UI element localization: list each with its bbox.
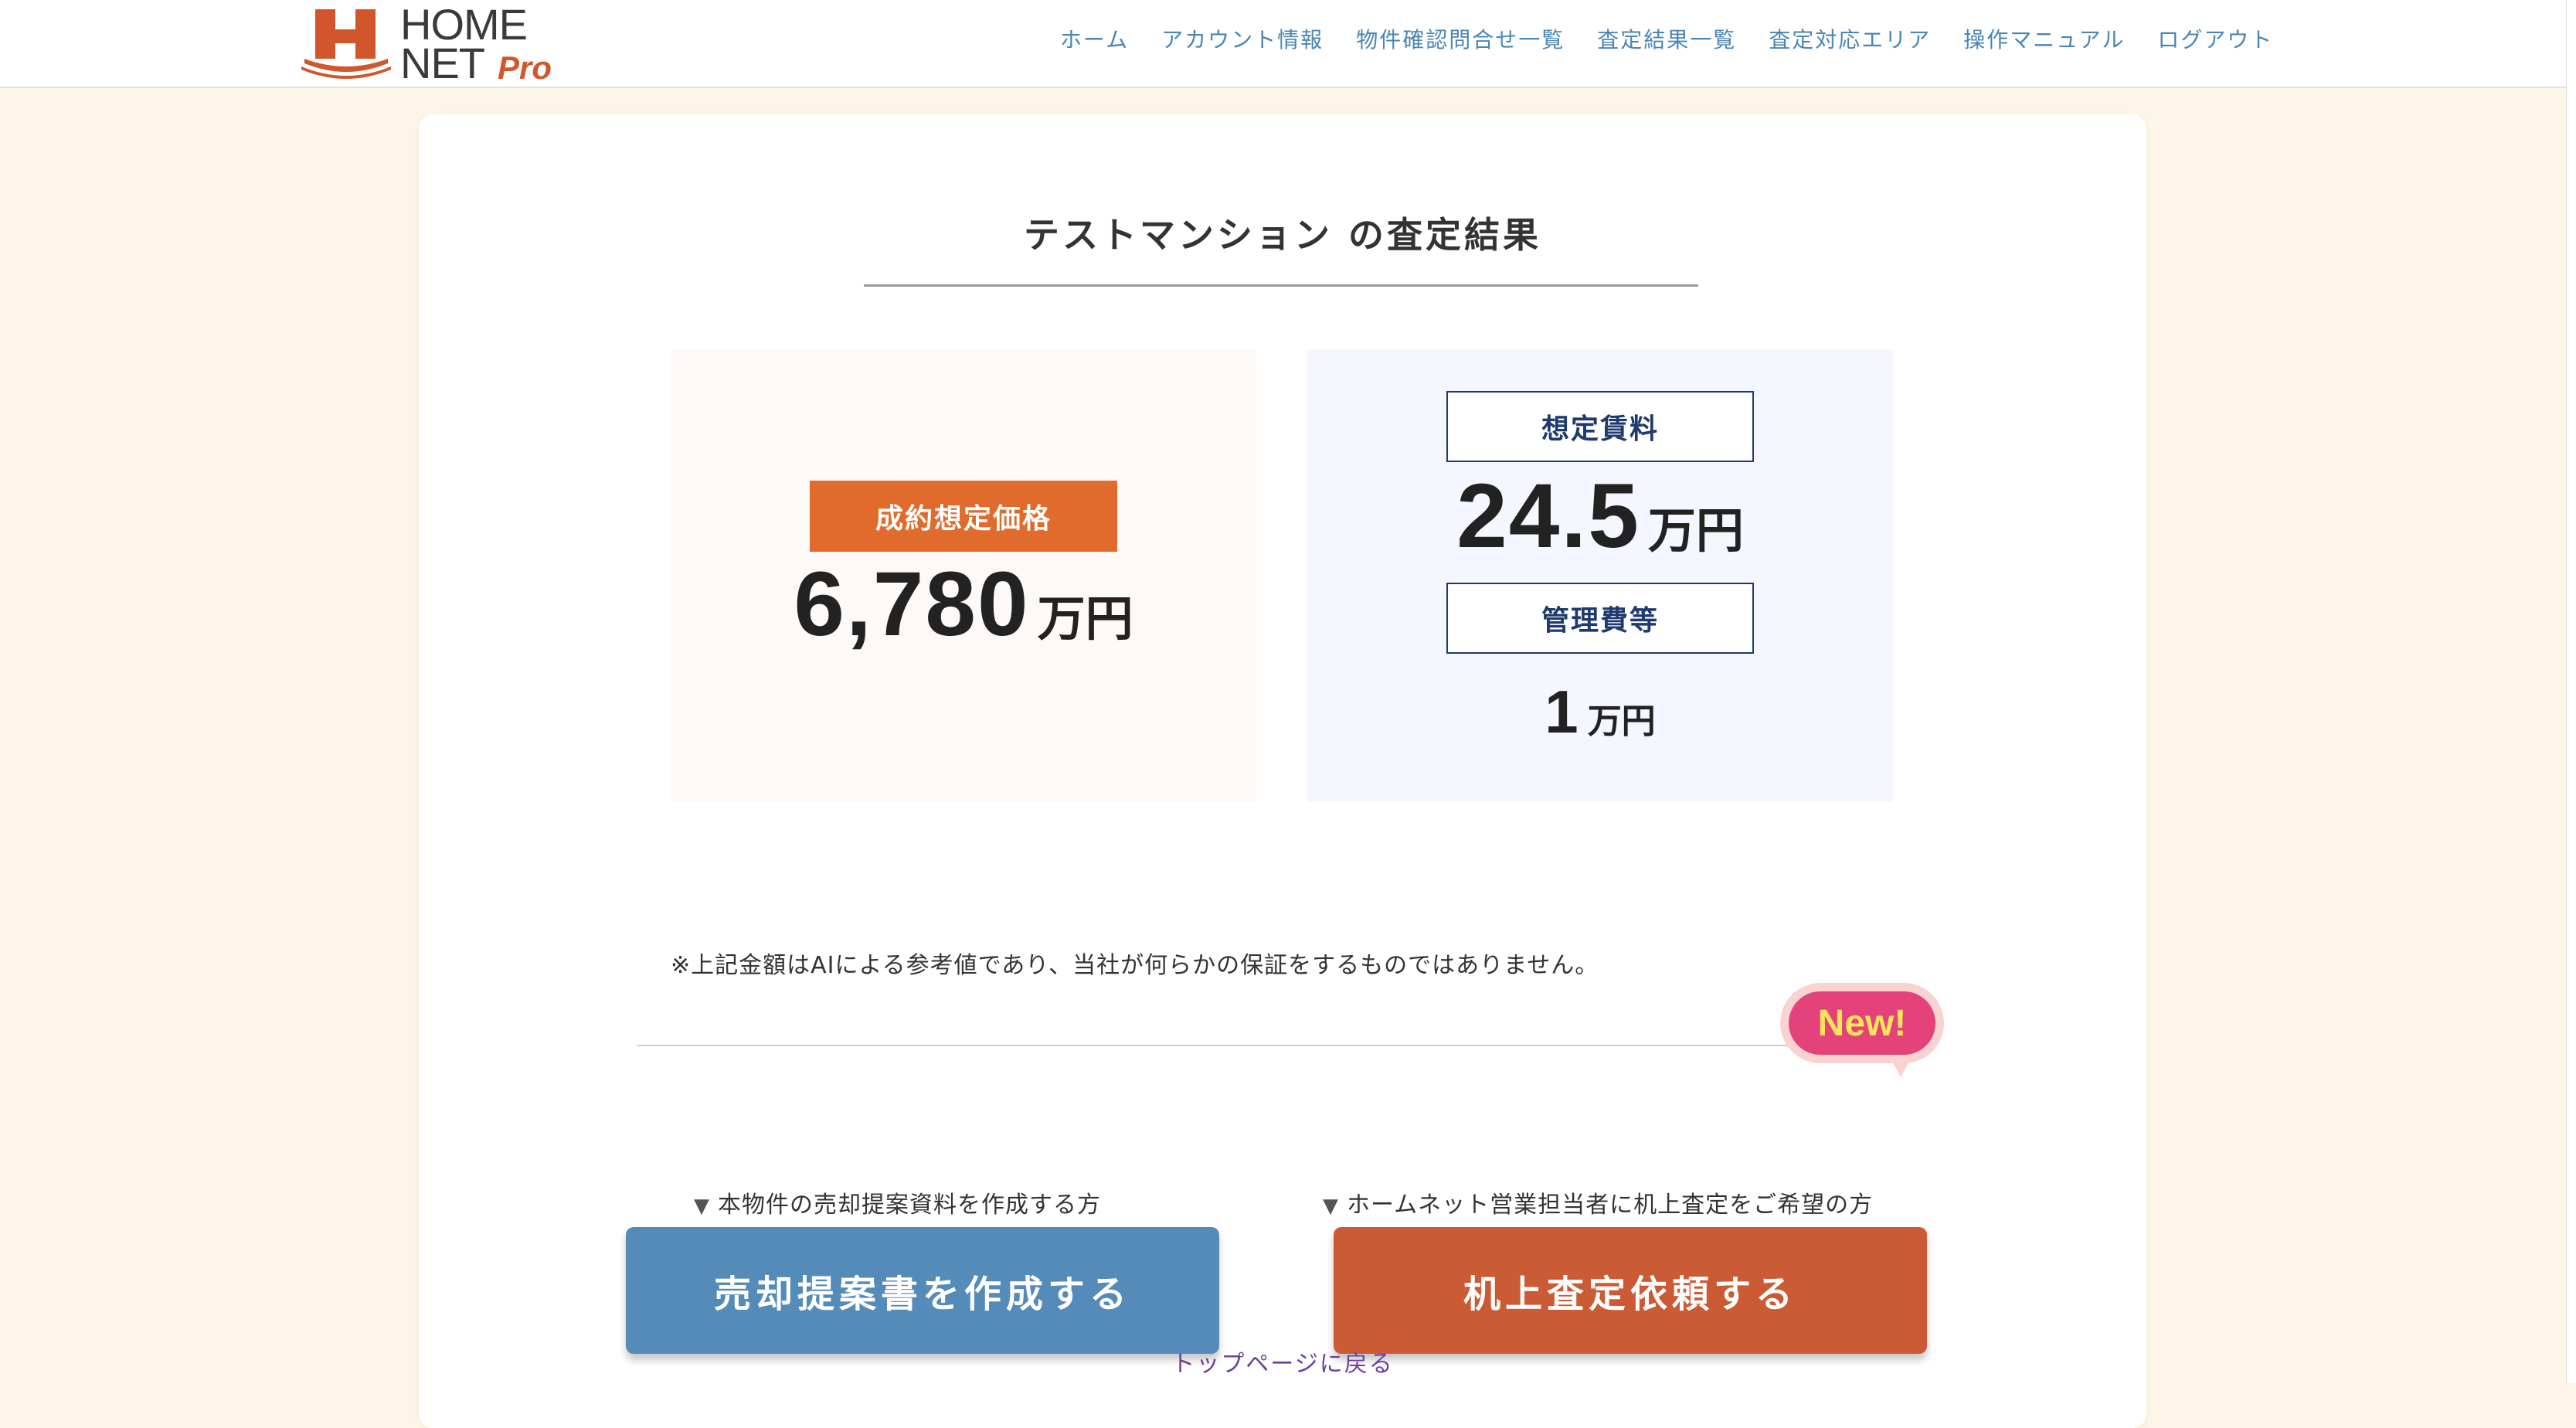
proposal-caption-text: 本物件の売却提案資料を作成する方 <box>718 1192 1101 1219</box>
page-title: テストマンション の査定結果 <box>1023 214 1541 256</box>
rent-unit: 万円 <box>1647 502 1744 559</box>
site-header: HOME NET Pro ホーム アカウント情報 物件確認問合せ一覧 査定結果一… <box>0 0 2567 88</box>
logo-net-text: NET <box>400 39 485 87</box>
management-fee-value: 1 <box>1545 678 1579 746</box>
create-proposal-button[interactable]: 売却提案書を作成する <box>626 1227 1219 1354</box>
sale-price-panel: 成約想定価格 6,780 万円 <box>671 349 1256 802</box>
sale-price-label: 成約想定価格 <box>810 481 1117 552</box>
logo-mark-icon <box>301 9 391 79</box>
nav-home[interactable]: ホーム <box>1060 23 1129 54</box>
rent-value: 24.5 <box>1456 465 1640 567</box>
disclaimer-note: ※上記金額はAIによる参考値であり、当社が何らかの保証をするものではありません。 <box>671 952 1599 979</box>
nav-manual[interactable]: 操作マニュアル <box>1963 23 2125 54</box>
desk-assessment-request-button[interactable]: 机上査定依頼する <box>1334 1227 1927 1354</box>
title-divider <box>864 284 1698 287</box>
proposal-caption: ▼ 本物件の売却提案資料を作成する方 <box>694 1185 1101 1219</box>
rent-value-row: 24.5 万円 <box>1307 464 1893 569</box>
triangle-down-icon: ▼ <box>694 1195 710 1218</box>
new-badge-text: New! <box>1789 991 1935 1055</box>
logo-pro-text: Pro <box>498 49 552 86</box>
rent-panel: 想定賃料 24.5 万円 管理費等 1 万円 <box>1307 349 1893 802</box>
sale-price-value-row: 6,780 万円 <box>671 552 1256 657</box>
new-badge: New! <box>1780 983 1944 1077</box>
triangle-down-icon: ▼ <box>1323 1195 1339 1218</box>
sale-price-value: 6,780 <box>794 553 1030 655</box>
nav-inquiry-list[interactable]: 物件確認問合せ一覧 <box>1356 23 1565 54</box>
management-fee-label: 管理費等 <box>1446 583 1754 654</box>
scrollbar[interactable] <box>2566 0 2576 1383</box>
management-fee-unit: 万円 <box>1587 702 1656 741</box>
homenet-pro-logo[interactable]: HOME NET Pro <box>300 2 562 87</box>
desk-caption: ▼ ホームネット営業担当者に机上査定をご希望の方 <box>1323 1185 1873 1219</box>
rent-label: 想定賃料 <box>1446 391 1754 462</box>
management-fee-value-row: 1 万円 <box>1307 677 1893 747</box>
nav-account-info[interactable]: アカウント情報 <box>1161 23 1324 54</box>
section-divider <box>637 1045 1929 1046</box>
desk-caption-text: ホームネット営業担当者に机上査定をご希望の方 <box>1347 1192 1874 1219</box>
back-to-top-link[interactable]: トップページに戻る <box>419 1345 2146 1379</box>
nav-assessment-results[interactable]: 査定結果一覧 <box>1597 23 1736 54</box>
new-badge-tail <box>1891 1060 1910 1077</box>
nav-service-area[interactable]: 査定対応エリア <box>1769 23 1931 54</box>
nav-logout[interactable]: ログアウト <box>2157 23 2273 54</box>
sale-price-unit: 万円 <box>1037 590 1133 647</box>
result-card: テストマンション の査定結果 成約想定価格 6,780 万円 想定賃料 24.5 万… <box>419 114 2146 1428</box>
main-nav: ホーム アカウント情報 物件確認問合せ一覧 査定結果一覧 査定対応エリア 操作マ… <box>1060 23 2273 54</box>
